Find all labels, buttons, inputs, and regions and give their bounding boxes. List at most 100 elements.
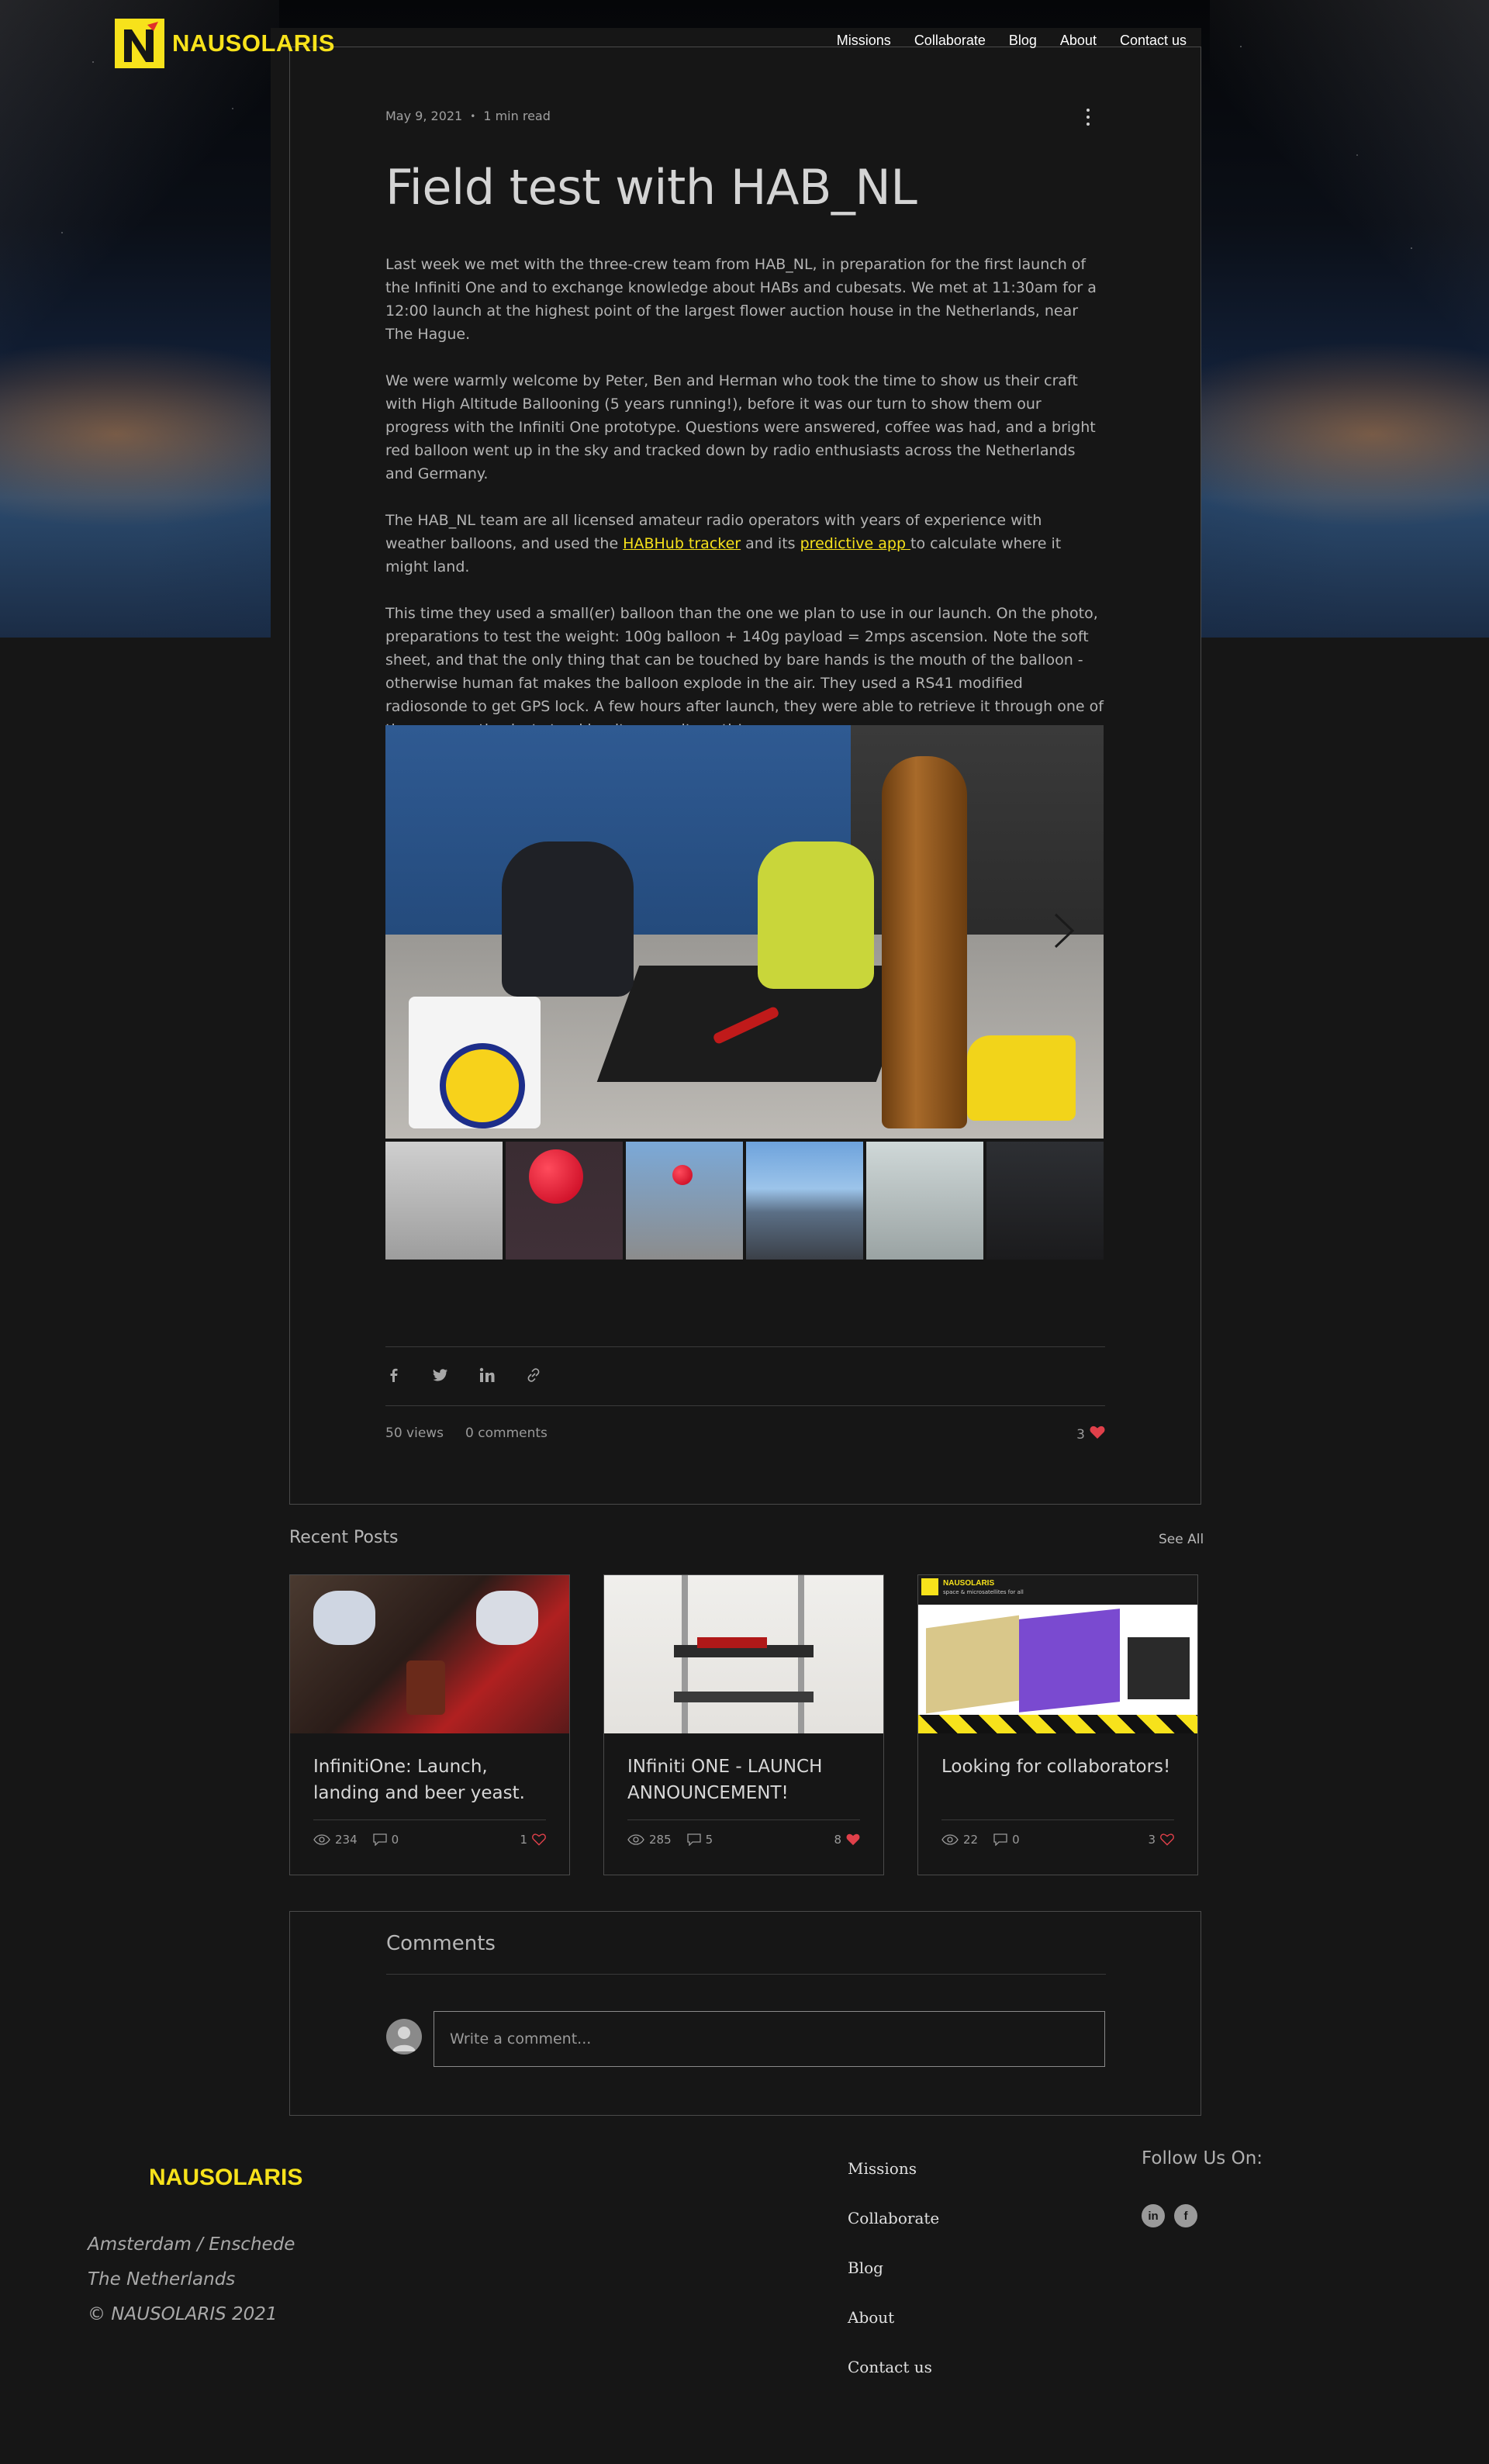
comments-stat: 0 bbox=[372, 1833, 399, 1847]
footer-address-line: Amsterdam / Enschede bbox=[88, 2234, 295, 2255]
likes-count: 3 bbox=[1076, 1426, 1085, 1443]
views-stat: 234 bbox=[313, 1833, 358, 1847]
window-frame bbox=[1210, 0, 1489, 638]
footer-nav-collaborate[interactable]: Collaborate bbox=[848, 2207, 939, 2257]
nav-missions[interactable]: Missions bbox=[837, 33, 891, 49]
recent-post-card[interactable]: NAUSOLARIS space & microsatellites for a… bbox=[917, 1574, 1198, 1875]
paragraph: We were warmly welcome by Peter, Ben and… bbox=[385, 372, 1096, 482]
comments-stat: 5 bbox=[686, 1833, 713, 1847]
linkedin-icon[interactable]: in bbox=[1142, 2204, 1165, 2227]
logo-mark-icon bbox=[115, 19, 164, 68]
likes-stat[interactable]: 8 bbox=[834, 1833, 860, 1847]
gallery-thumbnail[interactable] bbox=[986, 1142, 1104, 1260]
nav-blog[interactable]: Blog bbox=[1009, 33, 1037, 49]
views-stat: 22 bbox=[941, 1833, 978, 1847]
likes-count: 8 bbox=[834, 1833, 841, 1847]
comments-count: 5 bbox=[705, 1833, 713, 1847]
nav-collaborate[interactable]: Collaborate bbox=[914, 33, 986, 49]
footer-address-line: The Netherlands bbox=[88, 2269, 236, 2289]
heart-icon[interactable] bbox=[1090, 1426, 1105, 1443]
recent-posts-title: Recent Posts bbox=[289, 1528, 399, 1547]
recent-post-stats: 22 0 3 bbox=[941, 1833, 1174, 1847]
recent-post-card[interactable]: INfiniti ONE - LAUNCH ANNOUNCEMENT! 285 … bbox=[603, 1574, 884, 1875]
comments-stat: 0 bbox=[993, 1833, 1020, 1847]
recent-post-stats: 285 5 8 bbox=[627, 1833, 860, 1847]
paragraph-text: and its bbox=[741, 535, 800, 552]
gallery-thumbnails bbox=[385, 1142, 1104, 1260]
facebook-icon[interactable]: f bbox=[1174, 2204, 1197, 2227]
likes-stat[interactable]: 3 bbox=[1148, 1833, 1174, 1847]
predictive-app-link[interactable]: predictive app bbox=[800, 535, 910, 552]
more-options-icon[interactable] bbox=[1083, 109, 1093, 126]
nav-about[interactable]: About bbox=[1060, 33, 1097, 49]
footer-nav-blog[interactable]: Blog bbox=[848, 2257, 939, 2307]
divider bbox=[385, 1405, 1105, 1406]
recent-post-title: Looking for collaborators! bbox=[941, 1757, 1171, 1777]
gallery-main-image[interactable] bbox=[385, 725, 1104, 1139]
likes-count: 3 bbox=[1148, 1833, 1156, 1847]
recent-post-title: INfiniti ONE - LAUNCH ANNOUNCEMENT! bbox=[627, 1757, 823, 1803]
heart-outline-icon bbox=[1160, 1833, 1174, 1846]
thumb-banner-title: NAUSOLARIS bbox=[943, 1579, 995, 1588]
twitter-share-icon[interactable] bbox=[432, 1367, 449, 1384]
nav-contact[interactable]: Contact us bbox=[1120, 33, 1187, 49]
social-links: in f bbox=[1142, 2204, 1197, 2227]
views-count: 234 bbox=[335, 1833, 358, 1847]
comments-count[interactable]: 0 comments bbox=[465, 1426, 548, 1443]
window-frame bbox=[0, 0, 279, 638]
footer-nav: Missions Collaborate Blog About Contact … bbox=[848, 2158, 939, 2406]
post-meta: May 9, 2021 • 1 min read bbox=[385, 109, 551, 123]
comment-icon bbox=[686, 1833, 701, 1846]
site-logo[interactable]: NAUSOLARIS bbox=[115, 19, 335, 68]
comments-count: 0 bbox=[391, 1833, 399, 1847]
likes-count: 1 bbox=[520, 1833, 527, 1847]
share-bar bbox=[385, 1367, 542, 1384]
habhub-tracker-link[interactable]: HABHub tracker bbox=[623, 535, 741, 552]
footer-address: Amsterdam / Enschede The Netherlands © N… bbox=[88, 2227, 295, 2332]
likes[interactable]: 3 bbox=[1076, 1426, 1105, 1443]
main-nav: Missions Collaborate Blog About Contact … bbox=[814, 33, 1187, 49]
gallery-thumbnail[interactable] bbox=[385, 1142, 503, 1260]
gallery-thumbnail[interactable] bbox=[746, 1142, 863, 1260]
divider bbox=[627, 1819, 860, 1820]
footer-nav-contact[interactable]: Contact us bbox=[848, 2356, 939, 2406]
recent-post-image bbox=[290, 1575, 569, 1733]
likes-stat[interactable]: 1 bbox=[520, 1833, 546, 1847]
post-title: Field test with HAB_NL bbox=[385, 159, 917, 216]
recent-post-image: NAUSOLARIS space & microsatellites for a… bbox=[918, 1575, 1197, 1733]
footer-nav-about[interactable]: About bbox=[848, 2307, 939, 2356]
paragraph: The HAB_NL team are all licensed amateur… bbox=[385, 509, 1105, 579]
see-all-link[interactable]: See All bbox=[1159, 1532, 1204, 1547]
facebook-share-icon[interactable] bbox=[385, 1367, 402, 1384]
comments-count: 0 bbox=[1012, 1833, 1020, 1847]
eye-icon bbox=[627, 1834, 644, 1845]
comments-title: Comments bbox=[386, 1932, 496, 1955]
recent-post-image bbox=[604, 1575, 883, 1733]
gallery-thumbnail[interactable] bbox=[626, 1142, 743, 1260]
paragraph: Last week we met with the three-crew tea… bbox=[385, 256, 1097, 343]
heart-icon bbox=[846, 1833, 860, 1846]
linkedin-share-icon[interactable] bbox=[478, 1367, 496, 1384]
recent-post-stats: 234 0 1 bbox=[313, 1833, 546, 1847]
views-stat: 285 bbox=[627, 1833, 672, 1847]
thumb-banner-subtitle: space & microsatellites for all bbox=[943, 1589, 1024, 1595]
avatar bbox=[386, 2019, 422, 2054]
views-count: 50 views bbox=[385, 1426, 444, 1441]
post-read-time: 1 min read bbox=[483, 109, 551, 123]
copy-link-icon[interactable] bbox=[525, 1367, 542, 1384]
footer-nav-missions[interactable]: Missions bbox=[848, 2158, 939, 2207]
views-count: 22 bbox=[963, 1833, 979, 1847]
views-count: 285 bbox=[649, 1833, 672, 1847]
comment-input[interactable] bbox=[434, 2011, 1105, 2067]
divider bbox=[313, 1819, 546, 1820]
divider bbox=[941, 1819, 1174, 1820]
post-date: May 9, 2021 bbox=[385, 109, 463, 123]
follow-us-label: Follow Us On: bbox=[1142, 2148, 1263, 2169]
recent-post-card[interactable]: InfinitiOne: Launch, landing and beer ye… bbox=[289, 1574, 570, 1875]
footer-copyright: © NAUSOLARIS 2021 bbox=[88, 2304, 278, 2324]
chevron-right-icon[interactable] bbox=[1052, 911, 1076, 950]
footer-logo[interactable]: NAUSOLARIS bbox=[149, 2165, 302, 2191]
comment-icon bbox=[993, 1833, 1007, 1846]
gallery-thumbnail[interactable] bbox=[506, 1142, 623, 1260]
gallery-thumbnail[interactable] bbox=[866, 1142, 983, 1260]
